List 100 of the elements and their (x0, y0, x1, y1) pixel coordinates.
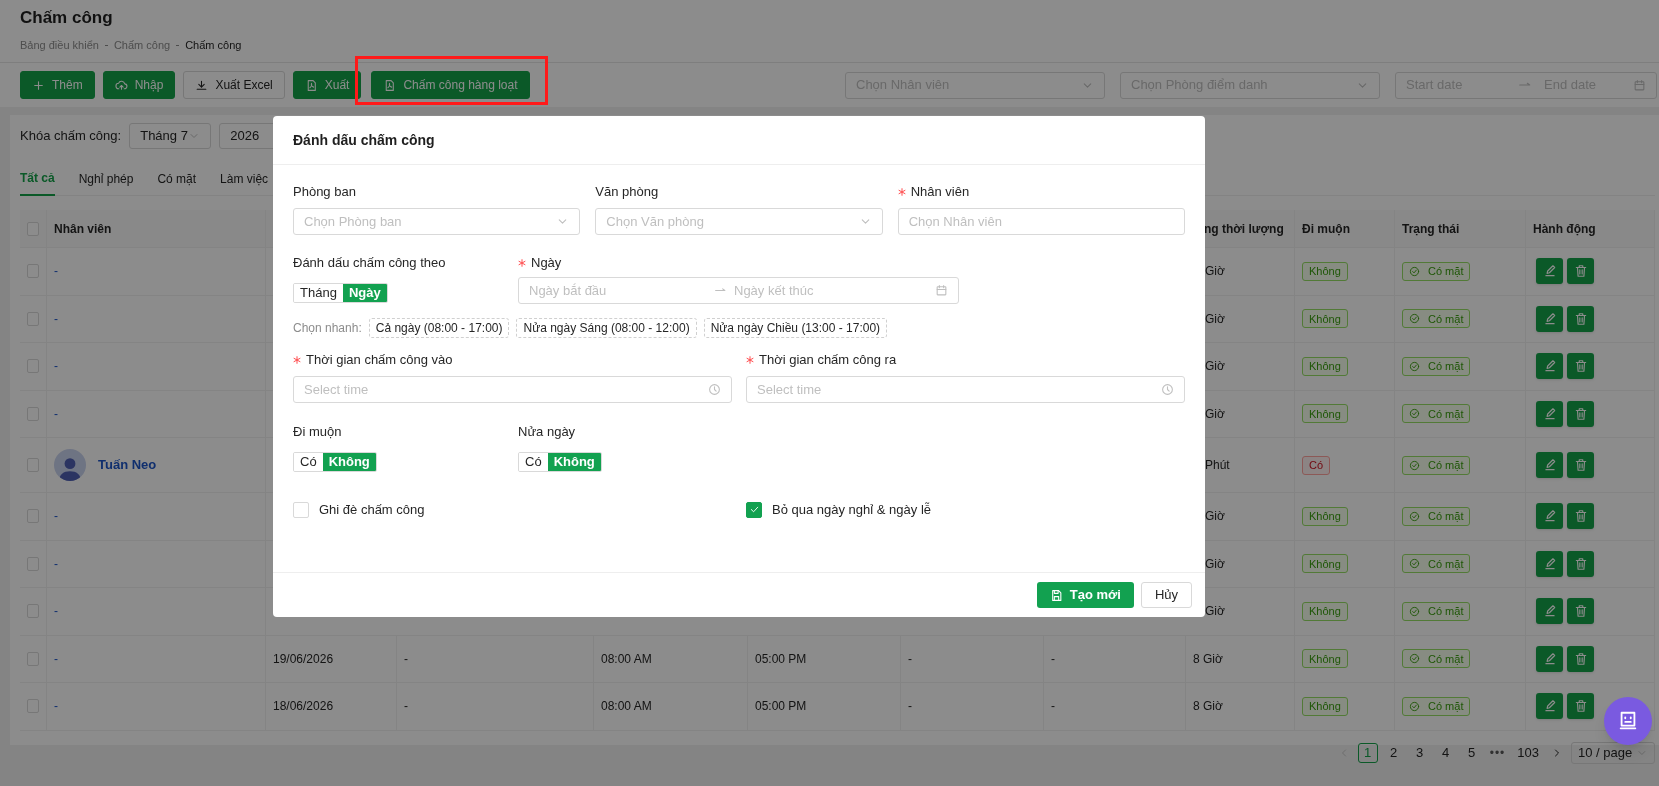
page-button[interactable]: 5 (1461, 743, 1482, 763)
edit-button[interactable] (1536, 452, 1563, 478)
delete-button[interactable] (1567, 452, 1594, 478)
check-circle-icon (1409, 265, 1420, 277)
delete-button[interactable] (1567, 598, 1594, 625)
column-header: ng thời lượng (1204, 220, 1284, 238)
edit-icon (1542, 264, 1557, 279)
page-ellipsis[interactable]: ••• (1487, 744, 1508, 762)
quick-pick-tag[interactable]: Nửa ngày Chiều (13:00 - 17:00) (703, 318, 888, 338)
calendar-icon (935, 284, 948, 297)
trash-icon (1573, 458, 1588, 472)
employee-link[interactable]: - (54, 309, 58, 328)
employee-link[interactable]: Tuấn Neo (98, 455, 157, 475)
page-button[interactable]: 3 (1409, 743, 1430, 763)
tab[interactable]: Tất cả (20, 162, 55, 196)
status-tag: Có mặt (1402, 261, 1471, 281)
cancel-button[interactable]: Hủy (1140, 582, 1192, 608)
tab[interactable]: Nghỉ phép (78, 162, 134, 196)
late-tag: Không (1302, 356, 1348, 376)
edit-icon (1542, 359, 1557, 374)
delete-button[interactable] (1567, 550, 1594, 577)
breadcrumb-link[interactable]: Bảng điều khiển (20, 37, 99, 54)
edit-button[interactable] (1536, 400, 1563, 427)
breadcrumb-link[interactable]: Chấm công (185, 37, 242, 54)
edit-button[interactable] (1536, 645, 1563, 672)
quick-pick-tag[interactable]: Nửa ngày Sáng (08:00 - 12:00) (516, 318, 697, 338)
table-cell-text: Giờ (1205, 405, 1225, 423)
delete-button[interactable] (1567, 693, 1594, 720)
table-cell-text: 05:00 PM (755, 698, 807, 716)
tab[interactable]: Làm việc (220, 162, 269, 196)
status-tag: Có mặt (1402, 506, 1471, 526)
clock-icon (708, 383, 721, 396)
employee-link[interactable]: - (54, 697, 58, 716)
employee-link[interactable]: - (54, 404, 58, 423)
segment-option[interactable]: Không (547, 453, 601, 471)
toolbar-button[interactable]: Chấm công hàng loạt (371, 71, 530, 99)
edit-icon (1542, 699, 1557, 714)
edit-button[interactable] (1536, 550, 1563, 577)
segment-option[interactable]: Không (322, 453, 376, 471)
edit-icon (1542, 406, 1557, 421)
check-circle-icon (1409, 360, 1420, 372)
tab[interactable]: Có mặt (157, 162, 197, 196)
toolbar-button[interactable]: Thêm (20, 71, 95, 99)
page-button[interactable]: 1 (1357, 743, 1378, 763)
edit-button[interactable] (1536, 598, 1563, 625)
delete-button[interactable] (1567, 305, 1594, 332)
edit-button[interactable] (1536, 503, 1563, 530)
trash-icon (1573, 264, 1588, 279)
month-select[interactable]: Tháng 7 (129, 123, 212, 149)
edit-button[interactable] (1536, 353, 1563, 380)
employee-link[interactable]: - (54, 507, 58, 526)
column-header: Đi muộn (1302, 220, 1350, 238)
trash-icon (1573, 311, 1588, 326)
employee-link[interactable]: - (54, 357, 58, 376)
delete-button[interactable] (1567, 645, 1594, 672)
toolbar-button[interactable]: Xuất Excel (183, 71, 285, 99)
create-button[interactable]: Tạo mới (1036, 582, 1134, 608)
quick-pick-tag[interactable]: Cả ngày (08:00 - 17:00) (368, 318, 510, 338)
checkbox[interactable] (746, 501, 762, 518)
late-tag: Không (1302, 601, 1348, 621)
field-label: Ngày (531, 254, 562, 273)
late-tag: Không (1302, 554, 1348, 574)
table-cell-text: 05:00 PM (755, 650, 807, 668)
delete-button[interactable] (1567, 503, 1594, 530)
late-tag: Có (1302, 455, 1331, 475)
page-button[interactable]: 103 (1513, 743, 1543, 763)
page-button[interactable]: 4 (1435, 743, 1456, 763)
table-cell-text: 18/06/2026 (273, 698, 334, 716)
employee-link[interactable]: - (54, 262, 58, 281)
edit-button[interactable] (1536, 305, 1563, 332)
trash-icon (1573, 699, 1588, 714)
table-cell-text: 08:00 AM (601, 698, 652, 716)
delete-button[interactable] (1567, 353, 1594, 380)
plus-icon (32, 78, 45, 92)
table-cell-text: - (908, 650, 912, 668)
table-cell-text: - (404, 698, 408, 716)
field-label: Nhân viên (910, 183, 970, 202)
field-label: Thời gian chấm công vào (306, 351, 453, 370)
edit-button[interactable] (1536, 258, 1563, 285)
page-button[interactable]: 2 (1383, 743, 1404, 763)
check-circle-icon (1409, 605, 1420, 617)
segment-option[interactable]: Ngày (342, 284, 387, 302)
toolbar-button[interactable]: Nhập (102, 71, 176, 99)
table-cell-text: - (1051, 698, 1055, 716)
delete-button[interactable] (1567, 400, 1594, 427)
table-cell-text: 08:00 AM (601, 650, 652, 668)
edit-button[interactable] (1536, 693, 1563, 720)
employee-link[interactable]: - (54, 602, 58, 621)
table-cell-text: Giờ (1205, 603, 1225, 621)
status-tag: Có mặt (1402, 356, 1471, 376)
breadcrumb-link[interactable]: Chấm công (113, 37, 171, 54)
page-title: Chấm công (20, 7, 114, 29)
delete-button[interactable] (1567, 258, 1594, 285)
table-cell-text: Giờ (1205, 358, 1225, 376)
employee-link[interactable]: - (54, 554, 58, 573)
toolbar-button[interactable]: Xuất (292, 71, 362, 99)
field-label: Đánh dấu chấm công theo (293, 254, 446, 273)
column-header: Trạng thái (1402, 220, 1460, 238)
edit-icon (1542, 556, 1557, 571)
employee-link[interactable]: - (54, 649, 58, 668)
